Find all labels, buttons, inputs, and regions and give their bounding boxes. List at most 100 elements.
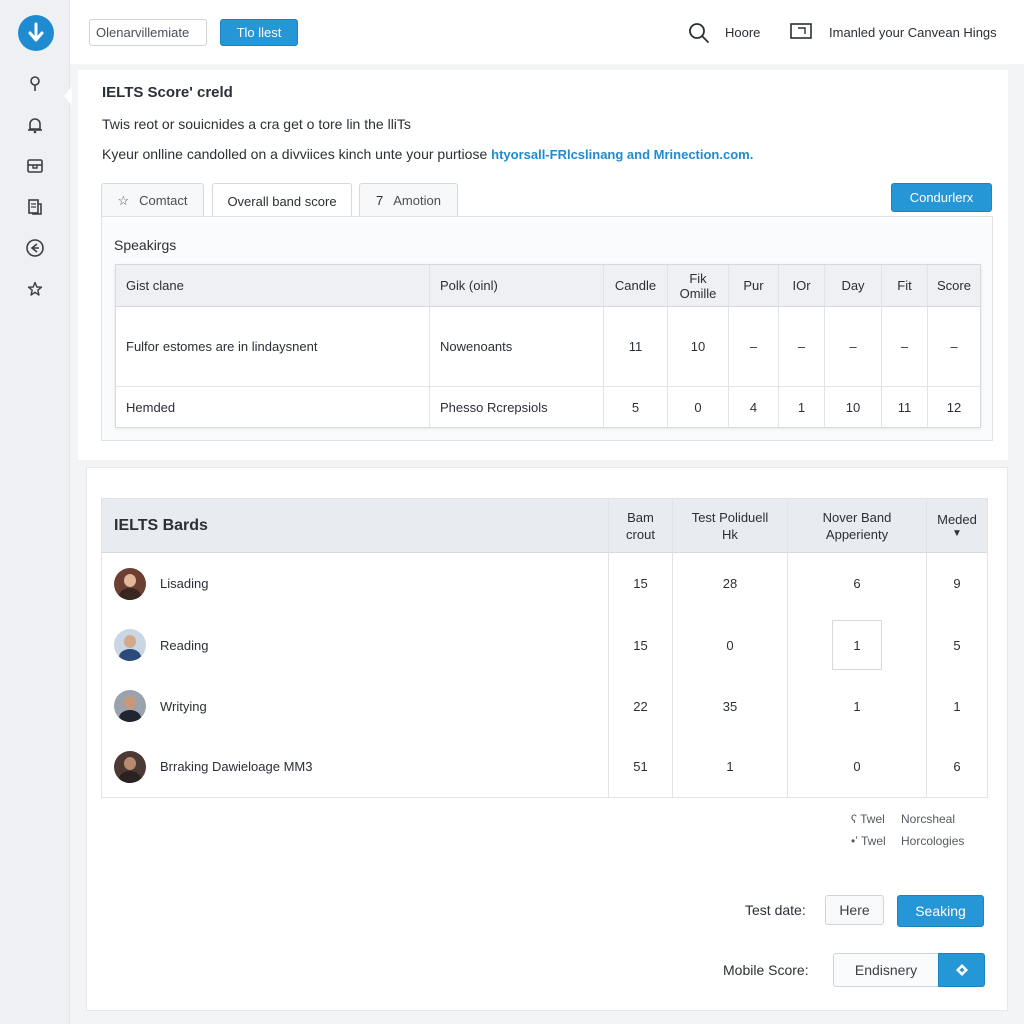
table-cell: 28 <box>673 553 788 614</box>
description-line-1: Twis reot or souicnides a cra get o tore… <box>102 116 411 132</box>
tab-contact[interactable]: ☆ Comtact <box>101 183 204 217</box>
legend-mark: •ʼ Twel <box>851 834 886 848</box>
description-link[interactable]: htyorsall-FRlcslinang and Mrinection.com… <box>491 147 753 162</box>
table-cell: 11 <box>604 307 668 387</box>
column-header[interactable]: Bam crout <box>609 499 673 553</box>
column-header[interactable]: Candle <box>604 265 668 307</box>
list-item[interactable]: Lisading <box>102 553 609 614</box>
caret-down-icon: ▼ <box>952 528 962 539</box>
sort-column-header[interactable]: Meded ▼ <box>927 499 987 553</box>
submit-button[interactable] <box>938 953 985 987</box>
table-cell: 1 <box>673 736 788 797</box>
description-text: Kyeur onlline candolled on a divviices k… <box>102 146 492 162</box>
column-header[interactable]: Fit <box>882 265 928 307</box>
app-logo[interactable] <box>18 15 54 51</box>
table-cell: 51 <box>609 736 673 797</box>
list-item[interactable]: Reading <box>102 614 609 676</box>
top-action-button[interactable]: Tlo llest <box>220 19 298 46</box>
table-cell: 12 <box>946 399 962 415</box>
search-field[interactable]: Olenarvillemiate <box>89 19 207 46</box>
table-cell: Hemded <box>116 387 430 427</box>
description-line-2: Kyeur onlline candolled on a divviices k… <box>102 146 753 162</box>
table-cell: 4 <box>729 387 779 427</box>
column-header[interactable]: Nover Band Apperienty <box>788 499 927 553</box>
table-cell: 35 <box>673 676 788 736</box>
column-header[interactable]: Polk (oinl) <box>430 265 604 307</box>
column-header[interactable]: Day <box>825 265 882 307</box>
document-icon[interactable] <box>24 196 46 218</box>
table-cell: 9 <box>953 576 961 591</box>
search-icon[interactable] <box>688 22 710 44</box>
speaking-table: Gist clane Polk (oinl) Candle Fik Omille… <box>115 264 981 428</box>
skill-name: Lisading <box>160 576 209 591</box>
conduct-button[interactable]: Condurlerx <box>891 183 992 212</box>
star-outline-icon: ☆ <box>117 192 130 208</box>
tab-overall-band-score[interactable]: Overall band score <box>212 183 352 218</box>
table-cell: 1 <box>779 387 825 427</box>
legend-item: ʕ Twel Norcsheal <box>851 812 955 826</box>
column-header[interactable]: Test Poliduell Hk <box>673 499 788 553</box>
seaking-button[interactable]: Seaking <box>897 895 984 927</box>
tab-amotion[interactable]: 7 Amotion <box>359 183 458 217</box>
sidebar-active-indicator <box>64 86 72 106</box>
tab-prefix: 7 <box>376 193 384 208</box>
table-cell: – <box>882 307 928 387</box>
table-cell: 11 <box>882 387 928 427</box>
column-header[interactable]: Score <box>928 265 980 307</box>
bell-icon[interactable] <box>24 114 46 136</box>
tab-label: Overall band score <box>227 193 337 209</box>
table-cell: 1 <box>953 698 961 714</box>
table-cell: – <box>928 307 980 387</box>
table-title: IELTS Bards <box>102 499 609 553</box>
avatar <box>114 629 146 661</box>
column-header[interactable]: Pur <box>729 265 779 307</box>
avatar <box>114 750 146 783</box>
table-cell: 15 <box>609 553 673 614</box>
tab-label: Amotion <box>393 193 441 208</box>
list-item[interactable]: Writying <box>102 676 609 736</box>
top-bar: Olenarvillemiate Tlo llest Hoore Imanled… <box>70 0 1024 64</box>
tab-label: Comtact <box>139 193 188 208</box>
skill-name: Brraking Dawieloage MM3 <box>160 759 313 774</box>
speaking-section: Speakirgs Gist clane Polk (oinl) Candle … <box>101 216 993 441</box>
sidebar <box>0 0 72 1024</box>
table-cell: – <box>779 307 825 387</box>
star-icon[interactable] <box>24 278 46 300</box>
page-title: IELTS Score' creld <box>102 84 233 101</box>
list-item[interactable]: Brraking Dawieloage MM3 <box>102 736 609 797</box>
table-cell: 5 <box>953 637 961 653</box>
column-header[interactable]: Fik Omille <box>668 265 729 307</box>
highlighted-value[interactable]: 1 <box>832 620 882 670</box>
test-date-label: Test date: <box>745 902 806 918</box>
table-cell: 0 <box>668 387 729 427</box>
window-icon[interactable] <box>790 23 812 41</box>
skill-name: Writying <box>160 698 207 714</box>
score-panel: IELTS Score' creld Twis reot or souicnid… <box>78 70 1008 460</box>
arrow-down-icon <box>28 22 44 42</box>
avatar <box>114 567 146 600</box>
home-link[interactable]: Hoore <box>725 25 760 40</box>
canvas-link[interactable]: Imanled your Canvean Hings <box>829 25 997 40</box>
legend-label: Norcsheal <box>901 812 956 826</box>
here-button[interactable]: Here <box>825 895 884 925</box>
table-cell: Fulfor estomes are in lindaysnent <box>116 307 430 387</box>
table-cell: 0 <box>788 736 927 797</box>
table-cell: Nowenoants <box>430 307 604 387</box>
table-cell: Phesso Rcrepsiols <box>430 387 604 427</box>
mobile-score-label: Mobile Score: <box>723 962 809 978</box>
table-cell: 6 <box>788 553 927 614</box>
table-cell: – <box>825 307 882 387</box>
table-cell: 1 <box>788 676 927 736</box>
column-header[interactable]: IOr <box>779 265 825 307</box>
mobile-score-field[interactable]: Endisnery <box>833 953 938 987</box>
bands-table: IELTS Bards Bam crout Test Poliduell Hk … <box>101 498 988 798</box>
table-cell: 0 <box>673 614 788 676</box>
table-cell: 6 <box>953 759 961 774</box>
table-cell: – <box>729 307 779 387</box>
inbox-icon[interactable] <box>24 155 46 177</box>
pin-icon[interactable] <box>24 73 46 95</box>
back-circle-icon[interactable] <box>24 237 46 259</box>
table-cell: 10 <box>668 307 729 387</box>
table-cell: 1 <box>788 614 927 676</box>
column-header[interactable]: Gist clane <box>116 265 430 307</box>
